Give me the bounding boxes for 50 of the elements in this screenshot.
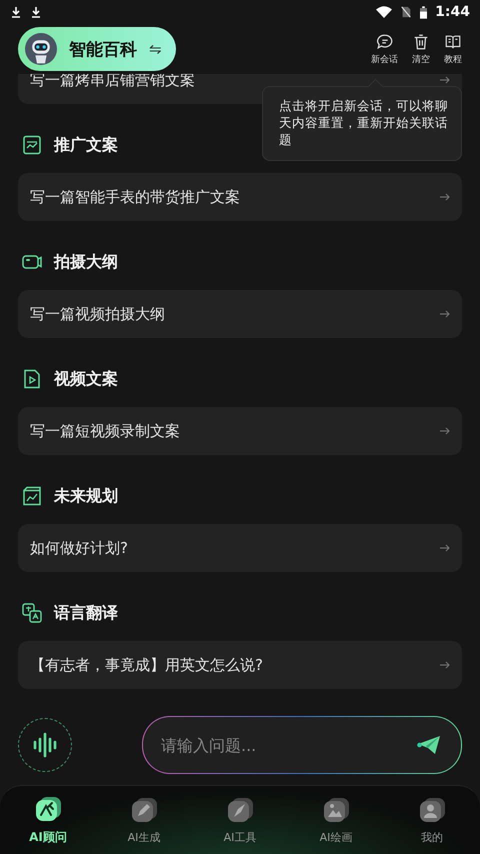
no-sim-icon	[400, 6, 412, 18]
prompt-card[interactable]: 写一篇智能手表的带货推广文案	[18, 173, 462, 221]
prompt-card[interactable]: 写一篇短视频录制文案	[18, 407, 462, 455]
download-icon	[10, 6, 22, 18]
arrow-right-icon	[440, 76, 450, 84]
prompt-card[interactable]: 写一篇视频拍摄大纲	[18, 290, 462, 338]
user-icon	[418, 796, 446, 824]
chart-icon	[22, 135, 42, 155]
arrow-right-icon	[440, 544, 450, 552]
arrow-right-icon	[440, 310, 450, 318]
ai-logo-icon	[34, 794, 62, 822]
voice-button[interactable]	[18, 718, 72, 772]
trash-icon	[412, 32, 430, 50]
pencil-icon	[130, 796, 158, 824]
send-icon[interactable]	[417, 735, 441, 755]
section-title: 推广文案	[54, 134, 118, 156]
section-title: 语言翻译	[54, 602, 118, 624]
section-title: 视频文案	[54, 368, 118, 390]
arrow-right-icon	[440, 427, 450, 435]
arrow-right-icon	[440, 193, 450, 201]
arrow-right-icon	[440, 661, 450, 669]
nav-tab[interactable]: AI绘画	[288, 786, 384, 854]
section-title: 拍摄大纲	[54, 252, 118, 272]
prompt-card[interactable]: 【有志者，事竟成】用英文怎么说?	[18, 641, 462, 689]
play-document-icon	[22, 369, 42, 389]
nav-tab[interactable]: AI顾问	[0, 786, 96, 854]
tooltip: 点击将开启新会话，可以将聊天内容重置，重新开始关联话题	[262, 86, 462, 161]
translate-icon	[22, 603, 42, 623]
book-icon	[444, 32, 462, 50]
chat-bubble-icon	[376, 32, 394, 50]
header-action-button[interactable]: 教程	[444, 32, 462, 66]
battery-icon	[420, 6, 428, 18]
image-icon	[322, 796, 350, 824]
chart-icon	[22, 486, 42, 506]
question-input-field[interactable]: 请输入问题...	[142, 716, 462, 774]
nav-tab[interactable]: AI工具	[192, 786, 288, 854]
sound-wave-icon	[32, 732, 58, 758]
download-icon	[30, 6, 42, 18]
header-action-button[interactable]: 新会话	[371, 32, 398, 66]
robot-avatar-icon	[25, 33, 57, 65]
header-action-button[interactable]: 清空	[412, 32, 430, 66]
nav-tab[interactable]: AI生成	[96, 786, 192, 854]
nav-tab[interactable]: 我的	[384, 786, 480, 854]
compass-icon	[226, 796, 254, 824]
status-time: 1:44	[435, 4, 470, 20]
assistant-switch-button[interactable]: 智能百科 ⇋	[18, 27, 176, 71]
question-input-field[interactable]: 请输入问题...	[159, 734, 417, 756]
prompt-card[interactable]: 如何做好计划?	[18, 524, 462, 572]
section-title: 未来规划	[54, 486, 118, 506]
wifi-icon	[376, 6, 392, 18]
